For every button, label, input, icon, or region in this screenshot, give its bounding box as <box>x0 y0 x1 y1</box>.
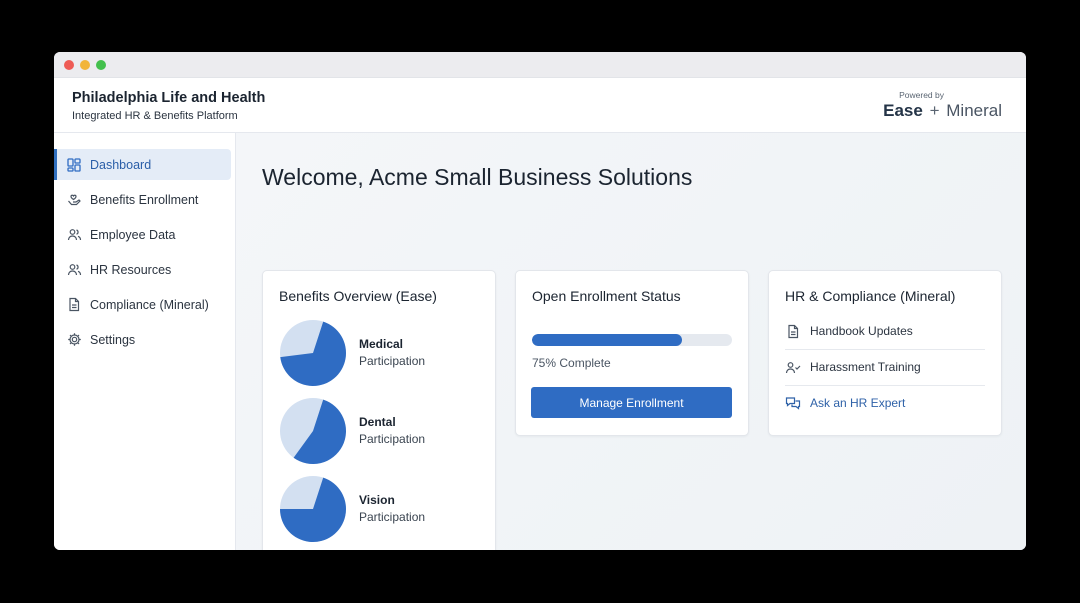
people-icon <box>66 227 82 243</box>
card-title: Benefits Overview (Ease) <box>279 288 437 304</box>
document-icon <box>66 297 82 313</box>
benefit-name: Vision <box>359 493 395 507</box>
benefits-overview-card: Benefits Overview (Ease) Medical Partici… <box>262 270 496 550</box>
people-icon <box>66 262 82 278</box>
benefit-subtitle: Participation <box>359 354 426 368</box>
window-titlebar <box>54 52 1026 78</box>
benefit-name: Medical <box>359 337 404 351</box>
sidebar-item-label: Employee Data <box>90 227 176 242</box>
chat-icon <box>785 395 801 411</box>
progress-label: 75% Complete <box>532 356 611 370</box>
sidebar-item-dashboard[interactable]: Dashboard <box>54 149 231 180</box>
benefit-row-medical[interactable]: Medical Participation <box>279 319 479 387</box>
sidebar-item-hr-resources[interactable]: HR Resources <box>54 254 228 285</box>
benefit-row-vision[interactable]: Vision Participation <box>279 475 479 543</box>
enrollment-progress-bar <box>532 334 732 346</box>
hr-compliance-card: HR & Compliance (Mineral) Handbook Updat… <box>768 270 1002 436</box>
benefit-name: Dental <box>359 415 396 429</box>
benefit-subtitle: Participation <box>359 510 426 524</box>
mineral-logo: Mineral <box>946 101 1002 120</box>
handbook-updates-item[interactable]: Handbook Updates <box>785 313 985 349</box>
hr-item-label: Ask an HR Expert <box>810 396 906 410</box>
harassment-training-item[interactable]: Harassment Training <box>785 349 985 385</box>
sidebar-item-label: Settings <box>90 332 136 347</box>
sidebar-item-label: Dashboard <box>90 157 152 172</box>
powered-by-label: Powered by <box>899 90 944 100</box>
ease-logo: Ease <box>883 101 923 120</box>
sidebar-item-label: HR Resources <box>90 262 172 277</box>
dashboard-icon <box>66 157 82 173</box>
main-content: Welcome, Acme Small Business Solutions B… <box>236 133 1026 550</box>
sidebar-item-benefits-enrollment[interactable]: Benefits Enrollment <box>54 184 228 215</box>
app-header: Philadelphia Life and Health Integrated … <box>54 78 1026 133</box>
progress-fill <box>532 334 682 346</box>
sidebar-item-settings[interactable]: Settings <box>54 324 228 355</box>
benefit-subtitle: Participation <box>359 432 426 446</box>
sidebar-item-label: Compliance (Mineral) <box>90 297 209 312</box>
plus-sign: + <box>929 101 940 120</box>
app-window: Philadelphia Life and Health Integrated … <box>54 52 1026 550</box>
sidebar-item-employee-data[interactable]: Employee Data <box>54 219 228 250</box>
document-icon <box>785 323 801 339</box>
gear-icon <box>66 332 82 348</box>
sidebar: Dashboard Benefits Enrollment Employee D… <box>54 133 236 550</box>
card-title: Open Enrollment Status <box>532 288 681 304</box>
brand-subtitle: Integrated HR & Benefits Platform <box>72 110 238 122</box>
ask-hr-expert-link[interactable]: Ask an HR Expert <box>785 385 985 421</box>
person-check-icon <box>785 359 801 375</box>
sidebar-item-compliance[interactable]: Compliance (Mineral) <box>54 289 228 320</box>
benefit-row-dental[interactable]: Dental Participation <box>279 397 479 465</box>
manage-enrollment-button[interactable]: Manage Enrollment <box>531 387 732 418</box>
brand-title: Philadelphia Life and Health <box>72 90 266 106</box>
page-title: Welcome, Acme Small Business Solutions <box>262 164 693 190</box>
minimize-window-button[interactable] <box>80 60 90 70</box>
open-enrollment-card: Open Enrollment Status 75% Complete Mana… <box>515 270 749 436</box>
vision-pie-chart <box>280 476 346 542</box>
close-window-button[interactable] <box>64 60 74 70</box>
heart-hand-icon <box>66 192 82 208</box>
maximize-window-button[interactable] <box>96 60 106 70</box>
dental-pie-chart <box>280 398 346 464</box>
card-title: HR & Compliance (Mineral) <box>785 288 956 304</box>
sidebar-item-label: Benefits Enrollment <box>90 192 199 207</box>
medical-pie-chart <box>280 320 346 386</box>
partner-logos: Ease + Mineral <box>883 101 1002 121</box>
hr-item-label: Harassment Training <box>810 360 921 374</box>
hr-item-label: Handbook Updates <box>810 324 913 338</box>
